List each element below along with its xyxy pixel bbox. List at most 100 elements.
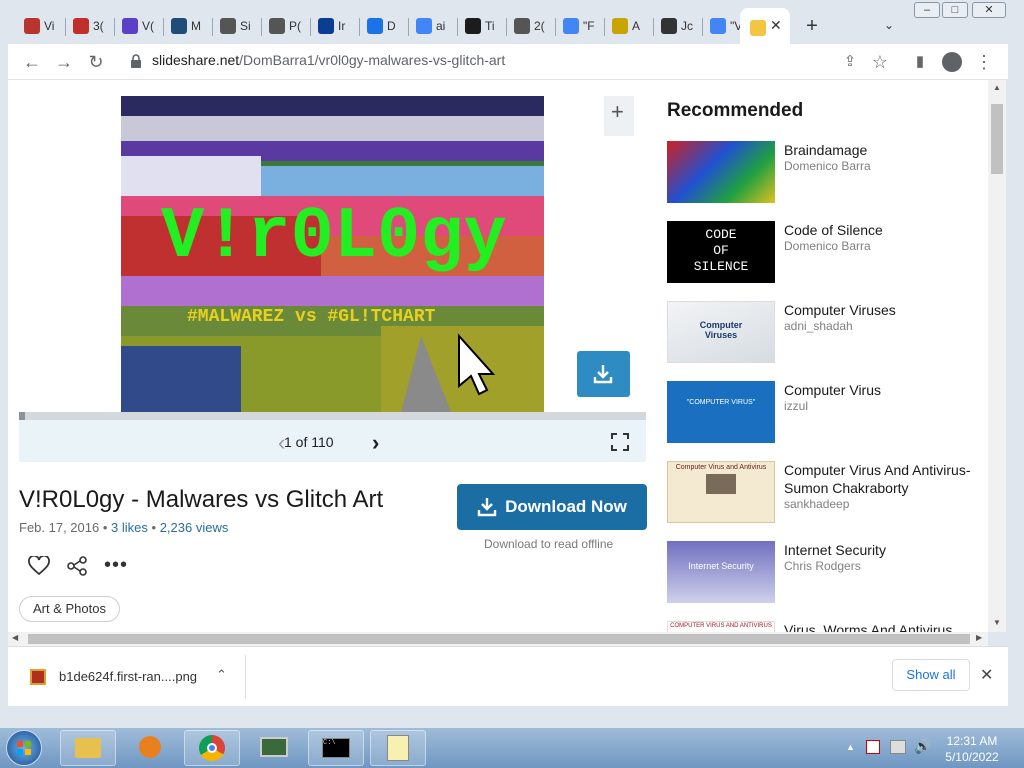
close-shelf-icon[interactable]: ✕ bbox=[980, 665, 993, 685]
question-icon bbox=[661, 18, 677, 34]
browser-tab[interactable]: 2( bbox=[508, 12, 546, 40]
browser-tab[interactable]: Ti bbox=[459, 12, 497, 40]
recommended-thumbnail: Computer Virus and Antivirus bbox=[667, 461, 775, 523]
category-tag[interactable]: Art & Photos bbox=[19, 596, 120, 622]
recommended-item[interactable]: Internet Security Internet Security Chri… bbox=[667, 541, 987, 605]
browser-tab[interactable]: ai bbox=[410, 12, 448, 40]
tab-separator bbox=[310, 18, 311, 36]
taskbar-notepad[interactable] bbox=[370, 730, 426, 766]
vertical-scrollbar[interactable]: ▲ ▼ bbox=[988, 80, 1006, 632]
scroll-down-icon[interactable]: ▼ bbox=[993, 618, 1001, 627]
next-slide-button[interactable]: › bbox=[372, 430, 379, 456]
tab-separator bbox=[555, 18, 556, 36]
recommended-item[interactable]: "COMPUTER VIRUS" Computer Virus izzul bbox=[667, 381, 987, 445]
taskbar-task-manager[interactable] bbox=[246, 730, 302, 766]
browser-tab[interactable]: Jc bbox=[655, 12, 693, 40]
more-options-icon[interactable]: ••• bbox=[104, 554, 128, 577]
downloaded-file-name[interactable]: b1de624f.first-ran....png bbox=[59, 669, 197, 684]
show-all-button[interactable]: Show all bbox=[892, 659, 970, 691]
address-bar[interactable]: slideshare.net/DomBarra1/vr0l0gy-malware… bbox=[152, 52, 505, 68]
browser-tab[interactable]: Vi bbox=[18, 12, 56, 40]
globe-icon bbox=[514, 18, 530, 34]
tab-separator bbox=[702, 18, 703, 36]
forward-button[interactable]: → bbox=[52, 50, 76, 74]
tab-title: ai bbox=[436, 19, 446, 33]
taskbar-media-player[interactable] bbox=[122, 730, 178, 766]
bookmark-star-icon[interactable]: ☆ bbox=[868, 50, 892, 74]
lock-icon[interactable] bbox=[130, 54, 142, 68]
recommended-item[interactable]: Braindamage Domenico Barra bbox=[667, 141, 987, 205]
maximize-button[interactable]: □ bbox=[942, 2, 968, 18]
download-icon bbox=[477, 498, 497, 517]
recommended-item[interactable]: COMPUTER VIRUS AND ANTIVIRUS Virus, Worm… bbox=[667, 621, 987, 632]
recommended-item[interactable]: Computer Virus and Antivirus Computer Vi… bbox=[667, 461, 987, 525]
menu-kebab-icon[interactable]: ⋮ bbox=[972, 50, 996, 74]
browser-tab[interactable]: "F bbox=[557, 12, 595, 40]
browser-tab[interactable]: M bbox=[165, 12, 203, 40]
download-shelf: b1de624f.first-ran....png ⌃ bbox=[8, 646, 1008, 706]
volume-icon[interactable]: 🔊 bbox=[914, 738, 931, 755]
tab-separator bbox=[653, 18, 654, 36]
recommended-thumbnail: CODE OF SILENCE bbox=[667, 221, 775, 283]
command-prompt-icon: C:\ bbox=[322, 738, 350, 758]
recommended-item[interactable]: CODE OF SILENCE Code of Silence Domenico… bbox=[667, 221, 987, 285]
recommended-thumbnail: COMPUTER VIRUS AND ANTIVIRUS bbox=[667, 621, 775, 632]
recommended-item[interactable]: Computer Viruses Computer Viruses adni_s… bbox=[667, 301, 987, 365]
tab-separator bbox=[261, 18, 262, 36]
profile-avatar-icon[interactable] bbox=[940, 50, 964, 74]
vertical-scroll-thumb[interactable] bbox=[991, 104, 1003, 174]
system-clock[interactable]: 12:31 AM 5/10/2022 bbox=[940, 733, 1004, 765]
back-button[interactable]: ← bbox=[20, 50, 44, 74]
browser-tab[interactable]: 3( bbox=[67, 12, 105, 40]
tab-title: D bbox=[387, 19, 396, 33]
close-window-button[interactable]: ✕ bbox=[972, 2, 1006, 18]
google-icon bbox=[416, 18, 432, 34]
tab-separator bbox=[506, 18, 507, 36]
share-icon[interactable] bbox=[66, 556, 88, 576]
minimize-button[interactable]: – bbox=[914, 2, 940, 18]
scroll-left-icon[interactable]: ◀ bbox=[12, 633, 18, 642]
fullscreen-icon[interactable] bbox=[611, 433, 629, 451]
tab-search-icon[interactable]: ⌄ bbox=[884, 18, 894, 32]
tray-expand-icon[interactable]: ▲ bbox=[846, 742, 855, 752]
globe-icon bbox=[269, 18, 285, 34]
action-center-icon[interactable] bbox=[866, 740, 880, 754]
browser-tab[interactable]: Si bbox=[214, 12, 252, 40]
browser-tab[interactable]: V( bbox=[116, 12, 154, 40]
thumb-text: CODE bbox=[705, 227, 737, 242]
browser-tab[interactable]: D bbox=[361, 12, 399, 40]
thumb-text: Computer bbox=[699, 320, 743, 330]
like-heart-icon[interactable] bbox=[28, 556, 50, 576]
slide-download-button[interactable] bbox=[577, 351, 630, 397]
taskbar-cmd[interactable]: C:\ bbox=[308, 730, 364, 766]
horizontal-scroll-thumb[interactable] bbox=[28, 634, 970, 644]
side-panel-icon[interactable]: ▮ bbox=[908, 50, 932, 74]
scroll-right-icon[interactable]: ▶ bbox=[976, 633, 982, 642]
reload-button[interactable]: ↻ bbox=[84, 50, 108, 74]
new-tab-button[interactable]: + bbox=[800, 14, 824, 38]
url-path: /DomBarra1/vr0l0gy-malwares-vs-glitch-ar… bbox=[239, 52, 506, 68]
download-now-button[interactable]: Download Now bbox=[457, 484, 647, 530]
tab-strip: Vi 3( V( M Si P( Ir Dai Ti 2( "F A Jc "V ✕ + – □ ✕ ⌄ bbox=[0, 0, 1024, 48]
download-icon bbox=[593, 365, 613, 384]
tab-title: Vi bbox=[44, 19, 55, 33]
scroll-up-icon[interactable]: ▲ bbox=[993, 83, 1001, 92]
start-button[interactable] bbox=[6, 730, 42, 766]
taskbar-chrome[interactable] bbox=[184, 730, 240, 766]
slide-progress-bar[interactable] bbox=[19, 412, 646, 420]
taskbar-explorer[interactable] bbox=[60, 730, 116, 766]
active-tab[interactable]: ✕ bbox=[740, 8, 790, 48]
save-plus-button[interactable]: + bbox=[604, 96, 634, 136]
tab-separator bbox=[212, 18, 213, 36]
chevron-up-icon[interactable]: ⌃ bbox=[216, 667, 227, 683]
browser-tab[interactable]: P( bbox=[263, 12, 301, 40]
tab-separator bbox=[65, 18, 66, 36]
slide-image[interactable]: V!r0L0gy #MALWAREZ vs #GL!TCHART bbox=[121, 96, 544, 412]
tab-close-icon[interactable]: ✕ bbox=[770, 17, 782, 34]
horizontal-scrollbar[interactable]: ◀ ▶ bbox=[8, 632, 988, 646]
browser-tab[interactable]: Ir bbox=[312, 12, 350, 40]
browser-tab[interactable]: "V bbox=[704, 12, 742, 40]
network-icon[interactable] bbox=[890, 740, 906, 754]
browser-tab[interactable]: A bbox=[606, 12, 644, 40]
share-icon[interactable]: ⇪ bbox=[838, 50, 862, 74]
